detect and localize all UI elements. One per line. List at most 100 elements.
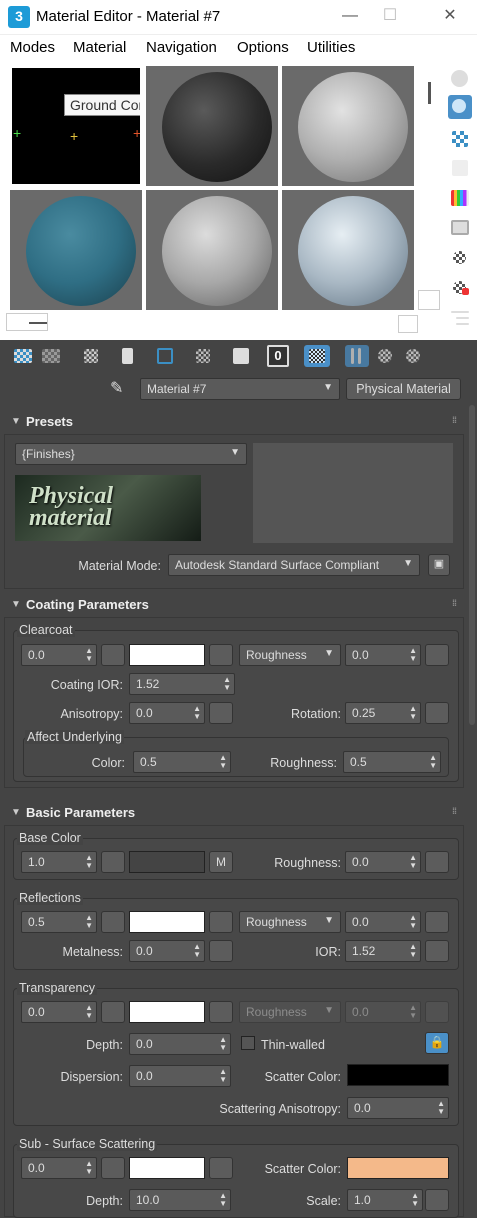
go-to-parent-icon[interactable] (374, 345, 396, 367)
make-preview-icon[interactable] (448, 216, 472, 240)
sss-weight-spinner[interactable]: 0.0 ▲ ▼ (21, 1157, 97, 1179)
save-icon[interactable]: ▣ (428, 554, 450, 576)
anisotropy-map-button[interactable] (209, 702, 233, 724)
reflection-roughness-mode-dropdown[interactable]: Roughness ▼ (239, 911, 341, 933)
backlight-icon[interactable] (448, 95, 472, 119)
base-color-map-button[interactable]: M (209, 851, 233, 873)
scale-map-button[interactable] (425, 1189, 449, 1211)
transparency-color-swatch[interactable] (129, 1001, 205, 1023)
affect-roughness-spinner[interactable]: 0.5 ▲ ▼ (343, 751, 441, 773)
ior-map-button[interactable] (425, 940, 449, 962)
horizontal-scroll-thumb[interactable] (6, 313, 48, 331)
menu-utilities[interactable]: Utilities (307, 39, 355, 56)
put-to-library-icon[interactable] (192, 345, 214, 367)
minimize-button[interactable]: — (330, 4, 370, 28)
coating-rollout-header[interactable]: ▼ Coating Parameters ⁞⁞ (4, 594, 464, 616)
transparency-roughness-spinner[interactable]: 0.0 ▲ ▼ (345, 1001, 421, 1023)
sample-slot-3[interactable] (282, 66, 414, 186)
panel-scrollbar[interactable] (469, 405, 475, 725)
transparency-weight-map-button[interactable] (101, 1001, 125, 1023)
clearcoat-roughness-map-button[interactable] (425, 644, 449, 666)
reflection-color-swatch[interactable] (129, 911, 205, 933)
base-weight-map-button[interactable] (101, 851, 125, 873)
vertical-scroll-track[interactable] (418, 64, 440, 310)
select-by-material-icon[interactable] (448, 276, 472, 300)
metalness-map-button[interactable] (209, 940, 233, 962)
anisotropy-spinner[interactable]: 0.0 ▲ ▼ (129, 702, 205, 724)
scale-spinner[interactable]: 1.0 ▲ ▼ (347, 1189, 423, 1211)
put-material-to-scene-icon[interactable] (40, 345, 62, 367)
material-options-icon[interactable] (448, 246, 472, 270)
base-roughness-map-button[interactable] (425, 851, 449, 873)
sss-weight-map-button[interactable] (101, 1157, 125, 1179)
rotation-spinner[interactable]: 0.25 ▲ ▼ (345, 702, 421, 724)
presets-rollout-header[interactable]: ▼ Presets ⁞⁞ (4, 411, 464, 433)
transparency-weight-spinner[interactable]: 0.0 ▲ ▼ (21, 1001, 97, 1023)
transparency-roughness-mode-dropdown[interactable]: Roughness ▼ (239, 1001, 341, 1023)
clearcoat-weight-map-button[interactable] (101, 644, 125, 666)
sample-uv-tiling-icon[interactable] (448, 156, 472, 180)
sample-slot-1[interactable]: + + + Ground Concrete (10, 66, 142, 186)
material-id-selector[interactable]: 0 (267, 345, 289, 367)
get-material-icon[interactable] (12, 345, 34, 367)
show-shaded-material-icon[interactable] (304, 345, 330, 367)
dispersion-spinner[interactable]: 0.0 ▲ ▼ (129, 1065, 231, 1087)
menu-navigation[interactable]: Navigation (146, 39, 217, 56)
sample-slot-4[interactable] (10, 190, 142, 310)
scattering-anisotropy-spinner[interactable]: 0.0 ▲ ▼ (347, 1097, 449, 1119)
sample-type-sphere-icon[interactable] (448, 67, 472, 91)
clearcoat-roughness-mode-dropdown[interactable]: Roughness ▼ (239, 644, 341, 666)
ior-spinner[interactable]: 1.52 ▲ ▼ (345, 940, 421, 962)
lock-icon[interactable]: 🔒 (425, 1032, 449, 1054)
metalness-spinner[interactable]: 0.0 ▲ ▼ (129, 940, 205, 962)
sample-slot-2[interactable] (146, 66, 278, 186)
base-color-swatch[interactable] (129, 851, 205, 873)
clearcoat-color-map-button[interactable] (209, 644, 233, 666)
material-name-field[interactable]: Material #7 ▼ (140, 378, 340, 400)
affect-color-spinner[interactable]: 0.5 ▲ ▼ (133, 751, 231, 773)
sss-color-swatch[interactable] (129, 1157, 205, 1179)
depth-spinner[interactable]: 0.0 ▲ ▼ (129, 1033, 231, 1055)
make-unique-icon[interactable] (154, 345, 176, 367)
material-type-button[interactable]: Physical Material (346, 378, 461, 400)
reflection-roughness-map-button[interactable] (425, 911, 449, 933)
reflection-weight-spinner[interactable]: 0.5 ▲ ▼ (21, 911, 97, 933)
vertical-scroll-thumb[interactable] (428, 82, 431, 104)
rotation-map-button[interactable] (425, 702, 449, 724)
delete-icon[interactable] (116, 345, 138, 367)
maximize-button[interactable]: ☐ (370, 4, 410, 28)
sss-scatter-color-swatch[interactable] (347, 1157, 449, 1179)
background-checker-icon[interactable] (448, 127, 472, 151)
video-color-check-icon[interactable] (448, 186, 472, 210)
material-map-navigator-icon[interactable] (448, 306, 472, 330)
go-forward-to-sibling-icon[interactable] (402, 345, 424, 367)
sample-slot-5[interactable] (146, 190, 278, 310)
reflection-color-map-button[interactable] (209, 911, 233, 933)
reflection-weight-map-button[interactable] (101, 911, 125, 933)
show-end-result-icon[interactable] (345, 345, 369, 367)
reflection-roughness-spinner[interactable]: 0.0 ▲ ▼ (345, 911, 421, 933)
pick-material-eyedropper-icon[interactable]: ✎ (110, 378, 132, 400)
base-roughness-spinner[interactable]: 0.0 ▲ ▼ (345, 851, 421, 873)
material-mode-dropdown[interactable]: Autodesk Standard Surface Compliant ▼ (168, 554, 420, 576)
thin-walled-checkbox[interactable] (241, 1036, 255, 1050)
sample-slot-6[interactable] (282, 190, 414, 310)
basic-rollout-header[interactable]: ▼ Basic Parameters ⁞⁞ (4, 802, 464, 824)
coating-ior-spinner[interactable]: 1.52 ▲ ▼ (129, 673, 235, 695)
transparency-roughness-map-button[interactable] (425, 1001, 449, 1023)
clearcoat-color-swatch[interactable] (129, 644, 205, 666)
close-button[interactable]: ✕ (430, 4, 470, 28)
clearcoat-weight-spinner[interactable]: 0.0 ▲ ▼ (21, 644, 97, 666)
menu-options[interactable]: Options (237, 39, 289, 56)
transparency-scatter-color-swatch[interactable] (347, 1064, 449, 1086)
menu-modes[interactable]: Modes (10, 39, 55, 56)
sss-depth-spinner[interactable]: 10.0 ▲ ▼ (129, 1189, 231, 1211)
menu-material[interactable]: Material (73, 39, 126, 56)
material-id-channel-icon[interactable] (230, 345, 252, 367)
preset-dropdown[interactable]: {Finishes} ▼ (15, 443, 247, 465)
clearcoat-roughness-spinner[interactable]: 0.0 ▲ ▼ (345, 644, 421, 666)
sss-color-map-button[interactable] (209, 1157, 233, 1179)
base-weight-spinner[interactable]: 1.0 ▲ ▼ (21, 851, 97, 873)
assign-material-icon[interactable] (80, 345, 102, 367)
transparency-color-map-button[interactable] (209, 1001, 233, 1023)
